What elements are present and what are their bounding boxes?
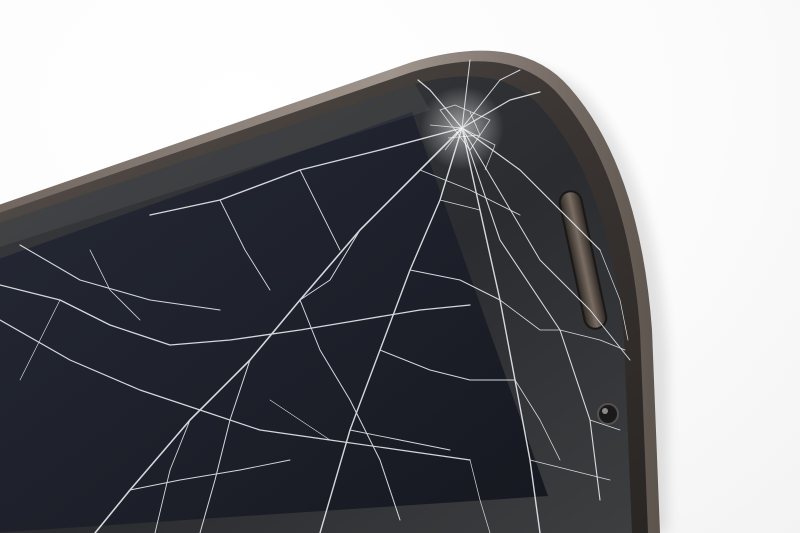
cracked-phone-photo xyxy=(0,50,668,533)
camera-lens-glint xyxy=(602,408,608,414)
photo-scene xyxy=(0,0,800,533)
front-camera-icon xyxy=(597,403,619,425)
